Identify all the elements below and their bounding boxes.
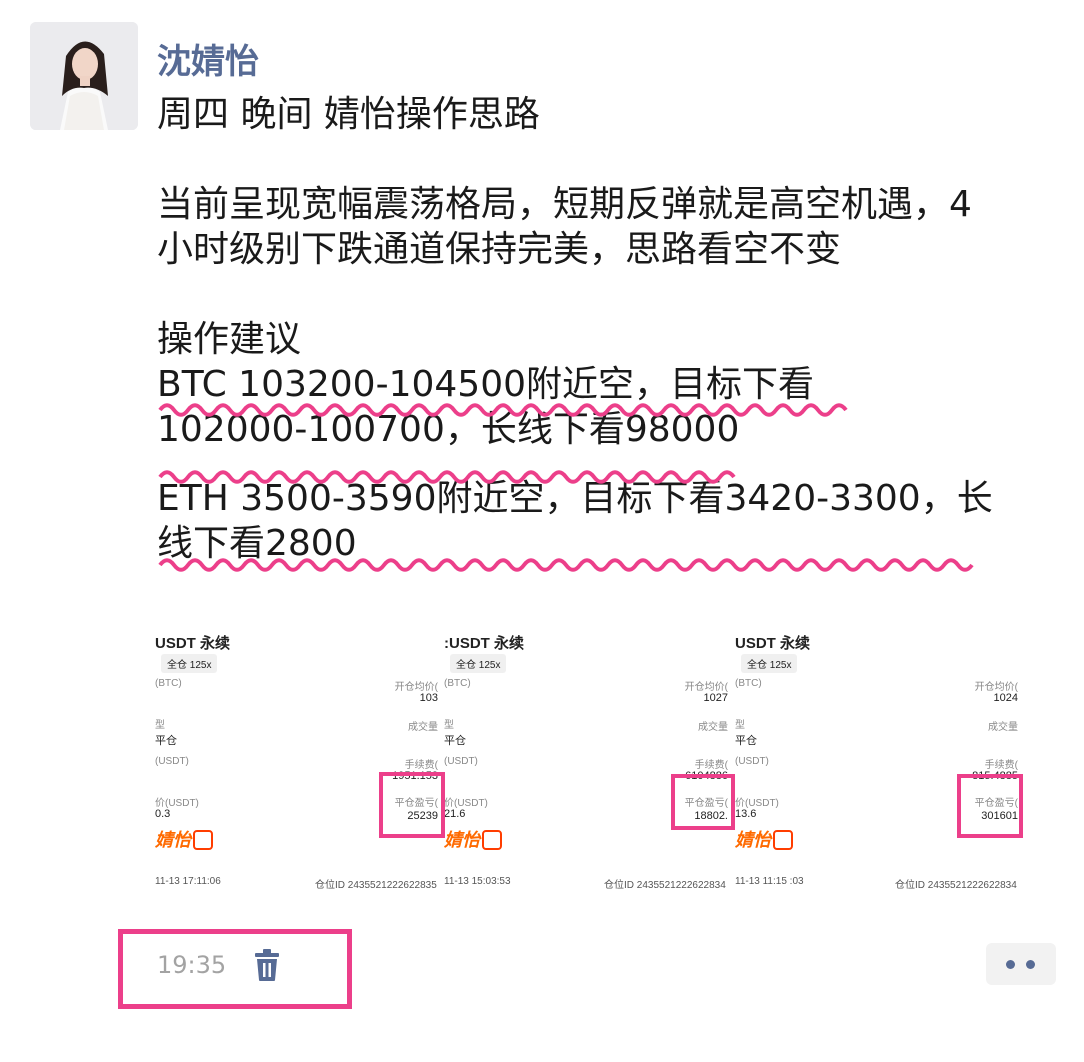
btc-advice-line-2: 102000-100700，长线下看98000 [157,409,740,450]
fee-unit-label: (USDT) [735,756,769,767]
analysis-line-2: 小时级别下跌通道保持完美，思路看空不变 [157,229,842,270]
volume-label: 成交量 [988,722,1018,733]
close-price-value: 21.6 [444,808,466,820]
thumbs-up-icon [482,830,502,850]
type-label: 型 [735,720,745,731]
trash-icon[interactable] [252,948,282,982]
eth-advice-line-1: ETH 3500-3590附近空，目标下看3420-3300，长 [157,478,993,519]
pnl-highlight-box-1 [379,772,445,838]
close-price-label: 价(USDT) [155,798,199,809]
close-price-value: 13.6 [735,808,757,820]
type-label: 型 [155,720,165,731]
close-type-value: 平仓 [735,735,757,747]
trade-screenshot-1[interactable]: USDT 永续 全仓 125x (BTC) 开仓均价( 103 型 成交量 平仓… [155,620,440,904]
pnl-highlight-box-2 [671,774,735,830]
close-price-label: 价(USDT) [444,798,488,809]
fee-label: 手续费( [694,760,728,771]
close-price-label: 价(USDT) [735,798,779,809]
volume-label: 成交量 [408,722,438,733]
asset-label: (BTC) [444,678,471,689]
dot [1026,960,1035,969]
dot [1006,960,1015,969]
volume-label: 成交量 [698,722,728,733]
close-type-value: 平仓 [155,735,177,747]
position-id: 仓位ID 2435521222622834 [895,880,1017,891]
thumbs-up-icon [193,830,213,850]
watermark-stamp: 婧怡 [155,830,191,850]
trade-timestamp: 11-13 17:11:06 [155,876,221,887]
contract-pair: USDT 永续 [735,635,811,652]
thumbs-up-icon [773,830,793,850]
open-avg-value: 103 [419,692,438,704]
watermark-stamp: 婧怡 [444,830,480,850]
fee-label: 手续费( [404,760,438,771]
position-id: 仓位ID 2435521222622834 [604,880,726,891]
post-body: 周四 晚间 婧怡操作思路 当前呈现宽幅震荡格局，短期反弹就是高空机遇，4 小时级… [157,92,1047,566]
time-highlight-box [118,929,352,1009]
close-type-value: 平仓 [444,735,466,747]
asset-label: (BTC) [735,678,762,689]
trade-timestamp: 11-13 11:15 :03 [735,876,804,887]
btc-advice-line-1: BTC 103200-104500附近空，目标下看 [157,364,815,405]
margin-mode-badge: 全仓 125x [450,654,507,673]
trade-screenshot-3[interactable]: USDT 永续 全仓 125x (BTC) 开仓均价( 1024 型 成交量 平… [735,620,1020,904]
post-time: 19:35 [157,951,227,979]
fee-unit-label: (USDT) [444,756,478,767]
contract-pair: :USDT 永续 [444,635,524,652]
close-price-value: 0.3 [155,808,171,820]
type-label: 型 [444,720,454,731]
fee-unit-label: (USDT) [155,756,189,767]
margin-mode-badge: 全仓 125x [161,654,218,673]
open-avg-label: 开仓均价( [684,682,728,693]
margin-mode-badge: 全仓 125x [741,654,798,673]
asset-label: (BTC) [155,678,182,689]
pnl-highlight-box-3 [957,774,1023,838]
fee-label: 手续费( [984,760,1018,771]
more-dots-icon[interactable] [986,943,1056,985]
author-name[interactable]: 沈婧怡 [157,34,259,83]
open-avg-label: 开仓均价( [394,682,438,693]
avatar[interactable] [30,22,138,130]
analysis-line-1: 当前呈现宽幅震荡格局，短期反弹就是高空机遇，4 [157,184,972,225]
eth-advice-line-2: 线下看2800 [157,523,357,564]
trade-screenshot-2[interactable]: :USDT 永续 全仓 125x (BTC) 开仓均价( 1027 型 成交量 … [444,620,730,904]
advice-heading: 操作建议 [157,319,302,360]
contract-pair: USDT 永续 [155,635,231,652]
watermark-stamp: 婧怡 [735,830,771,850]
post-title-line: 周四 晚间 婧怡操作思路 [157,94,540,135]
trade-timestamp: 11-13 15:03:53 [444,876,511,887]
open-avg-value: 1027 [703,692,728,704]
open-avg-value: 1024 [993,692,1018,704]
position-id: 仓位ID 2435521222622835 [315,880,437,891]
open-avg-label: 开仓均价( [974,682,1018,693]
